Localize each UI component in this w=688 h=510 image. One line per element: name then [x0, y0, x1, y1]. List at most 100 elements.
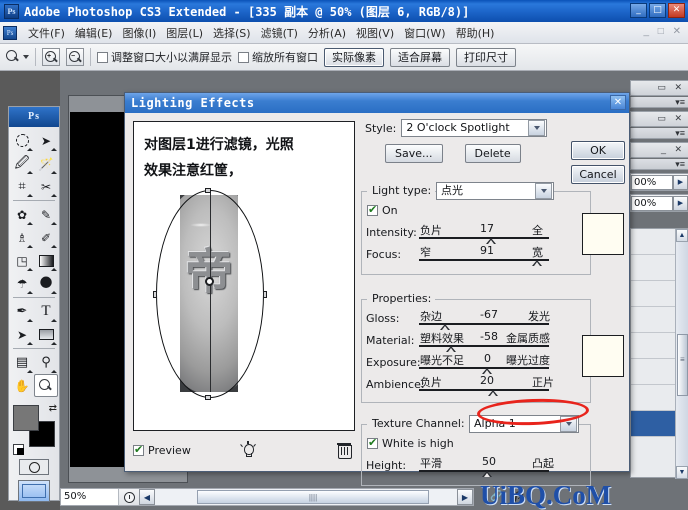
- quick-mask-button[interactable]: [19, 459, 49, 475]
- panel-window-buttons[interactable]: _ ✕: [661, 144, 685, 155]
- opacity-flyout-arrow[interactable]: ▶: [673, 174, 688, 190]
- tool-lasso[interactable]: 🖉: [10, 152, 34, 175]
- swap-colors-icon[interactable]: ⇄: [49, 403, 57, 414]
- scroll-down-button[interactable]: ▼: [676, 466, 688, 479]
- gloss-track[interactable]: [419, 323, 549, 325]
- navigator-panel-header[interactable]: ▭ ✕: [630, 80, 688, 96]
- menu-image[interactable]: 图像(I): [117, 23, 161, 43]
- tool-gradient[interactable]: [34, 249, 58, 272]
- zoom-in-button[interactable]: +: [42, 48, 60, 66]
- ok-button[interactable]: OK: [571, 141, 625, 160]
- light-on-checkbox[interactable]: On: [367, 203, 398, 217]
- ellipse-handle-right[interactable]: [263, 291, 267, 298]
- focus-track[interactable]: [419, 259, 549, 261]
- scroll-left-button[interactable]: ◀: [139, 489, 155, 505]
- ellipse-handle-left[interactable]: [153, 291, 157, 298]
- tool-clone-stamp[interactable]: ♗: [10, 226, 34, 249]
- fit-screen-button[interactable]: 适合屏幕: [390, 47, 450, 67]
- intensity-track[interactable]: [419, 237, 549, 239]
- maximize-button[interactable]: □: [649, 3, 666, 18]
- zoom-level-field[interactable]: 50%: [61, 489, 119, 505]
- cancel-button[interactable]: Cancel: [571, 165, 625, 184]
- tool-elliptical-marquee[interactable]: [10, 129, 34, 152]
- tool-eyedropper[interactable]: ⚲: [34, 351, 58, 374]
- opacity-field-row[interactable]: 00% ▶: [630, 173, 688, 191]
- tool-type[interactable]: T: [34, 300, 58, 323]
- tool-zoom[interactable]: [34, 374, 58, 397]
- dialog-close-button[interactable]: ✕: [610, 95, 626, 110]
- ellipse-handle-bottom[interactable]: [205, 395, 211, 400]
- document-window-controls[interactable]: _ □ ✕: [643, 26, 684, 37]
- tool-dodge[interactable]: 🌑: [34, 272, 58, 295]
- material-track[interactable]: [419, 345, 549, 347]
- delete-style-button[interactable]: Delete: [464, 144, 521, 163]
- tool-path-selection[interactable]: ➤: [10, 323, 34, 346]
- opacity-value[interactable]: 00%: [631, 174, 673, 190]
- scrollbar-thumb[interactable]: [677, 334, 688, 396]
- menu-window[interactable]: 窗口(W): [399, 23, 450, 43]
- fill-flyout-arrow[interactable]: ▶: [673, 195, 688, 211]
- horizontal-scrollbar-track[interactable]: ||||: [155, 489, 457, 505]
- menu-layer[interactable]: 图层(L): [161, 23, 208, 43]
- tool-notes[interactable]: ▤: [10, 351, 34, 374]
- light-center-handle[interactable]: [205, 277, 214, 286]
- resize-windows-to-fit-checkbox[interactable]: 调整窗口大小以满屏显示: [97, 49, 232, 65]
- chevron-down-icon[interactable]: [560, 416, 577, 432]
- histogram-panel-menu-row[interactable]: ▾≡: [630, 128, 688, 139]
- texture-channel-dropdown[interactable]: Alpha 1: [469, 415, 579, 433]
- panel-window-buttons[interactable]: ▭ ✕: [657, 82, 685, 93]
- print-size-button[interactable]: 打印尺寸: [456, 47, 516, 67]
- focus-slider-thumb[interactable]: [532, 260, 542, 267]
- tool-crop[interactable]: ⌗: [10, 175, 34, 198]
- current-tool-preset[interactable]: [6, 50, 29, 64]
- zoom-all-windows-checkbox[interactable]: 缩放所有窗口: [238, 49, 318, 65]
- status-clock[interactable]: [119, 489, 139, 505]
- foreground-color-swatch[interactable]: [13, 405, 39, 431]
- preview-checkbox[interactable]: Preview: [133, 443, 191, 457]
- menu-help[interactable]: 帮助(H): [451, 23, 500, 43]
- menu-file[interactable]: 文件(F): [23, 23, 70, 43]
- panel-menu-icon[interactable]: ▾≡: [675, 128, 685, 139]
- light-bulb-icon[interactable]: [239, 441, 257, 459]
- document-menu-icon[interactable]: Ps: [3, 25, 17, 40]
- height-slider-thumb[interactable]: [482, 471, 492, 478]
- ambience-slider-thumb[interactable]: [488, 390, 498, 397]
- toolbox-header[interactable]: Ps: [9, 107, 59, 127]
- tool-pen[interactable]: ✒: [10, 300, 34, 323]
- panel-menu-icon[interactable]: ▾≡: [675, 159, 685, 170]
- menu-select[interactable]: 选择(S): [208, 23, 256, 43]
- light-color-swatch[interactable]: [582, 213, 624, 255]
- menu-filter[interactable]: 滤镜(T): [256, 23, 303, 43]
- tool-blur[interactable]: ☂: [10, 272, 34, 295]
- tool-magic-wand[interactable]: 🪄: [34, 152, 58, 175]
- fill-field-row[interactable]: 00% ▶: [630, 194, 688, 212]
- style-dropdown[interactable]: 2 O'clock Spotlight: [401, 119, 548, 137]
- tool-patch[interactable]: ✿: [10, 203, 34, 226]
- fill-value[interactable]: 00%: [631, 195, 673, 211]
- navigator-panel-menu-row[interactable]: ▾≡: [630, 97, 688, 108]
- menu-edit[interactable]: 编辑(E): [70, 23, 118, 43]
- lighting-preview-pane[interactable]: 对图层1进行滤镜，光照 效果注意红筐， 帝: [133, 121, 355, 431]
- horizontal-scrollbar-thumb[interactable]: ||||: [197, 490, 429, 504]
- light-type-dropdown[interactable]: 点光: [436, 182, 554, 200]
- tool-history-brush[interactable]: ✐: [34, 226, 58, 249]
- tool-brush[interactable]: ✎: [34, 203, 58, 226]
- chevron-down-icon[interactable]: [528, 120, 546, 136]
- tool-slice[interactable]: ✂: [34, 175, 58, 198]
- panel-menu-icon[interactable]: ▾≡: [675, 97, 685, 108]
- zoom-out-button[interactable]: −: [66, 48, 84, 66]
- save-style-button[interactable]: Save...: [385, 144, 443, 163]
- menu-view[interactable]: 视图(V): [351, 23, 399, 43]
- close-button[interactable]: ✕: [668, 3, 685, 18]
- tool-hand[interactable]: ✋: [10, 374, 34, 397]
- white-is-high-checkbox[interactable]: White is high: [367, 436, 454, 450]
- minimize-button[interactable]: _: [630, 3, 647, 18]
- layers-scrollbar[interactable]: ▲ ▼: [675, 229, 688, 479]
- actual-pixels-button[interactable]: 实际像素: [324, 47, 384, 67]
- tool-rectangle-shape[interactable]: [34, 323, 58, 346]
- scroll-right-button[interactable]: ▶: [457, 489, 473, 505]
- panel-window-buttons[interactable]: ▭ ✕: [657, 113, 685, 124]
- info-panel-menu-row[interactable]: ▾≡: [630, 159, 688, 170]
- ambient-color-swatch[interactable]: [582, 335, 624, 377]
- info-panel-header[interactable]: _ ✕: [630, 142, 688, 158]
